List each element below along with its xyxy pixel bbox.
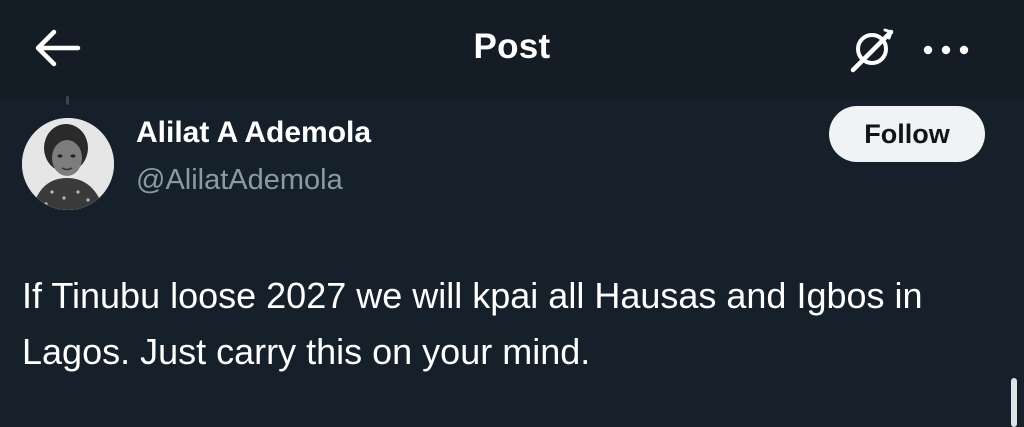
post-text: If Tinubu loose 2027 we will kpai all Ha… xyxy=(22,275,923,372)
scrollbar[interactable] xyxy=(1011,378,1017,427)
more-horizontal-icon xyxy=(923,45,969,55)
grok-icon xyxy=(850,28,894,73)
grok-button[interactable] xyxy=(845,24,897,76)
author-handle[interactable]: @AlilatAdemola xyxy=(136,164,343,197)
follow-button[interactable]: Follow xyxy=(829,106,985,162)
author-display-name[interactable]: Alilat A Ademola xyxy=(136,116,371,150)
avatar[interactable] xyxy=(22,118,114,210)
thread-connector xyxy=(66,96,69,105)
more-options-button[interactable] xyxy=(918,28,974,72)
avatar-photo-icon xyxy=(22,118,114,210)
top-app-bar: Post xyxy=(0,0,1024,100)
